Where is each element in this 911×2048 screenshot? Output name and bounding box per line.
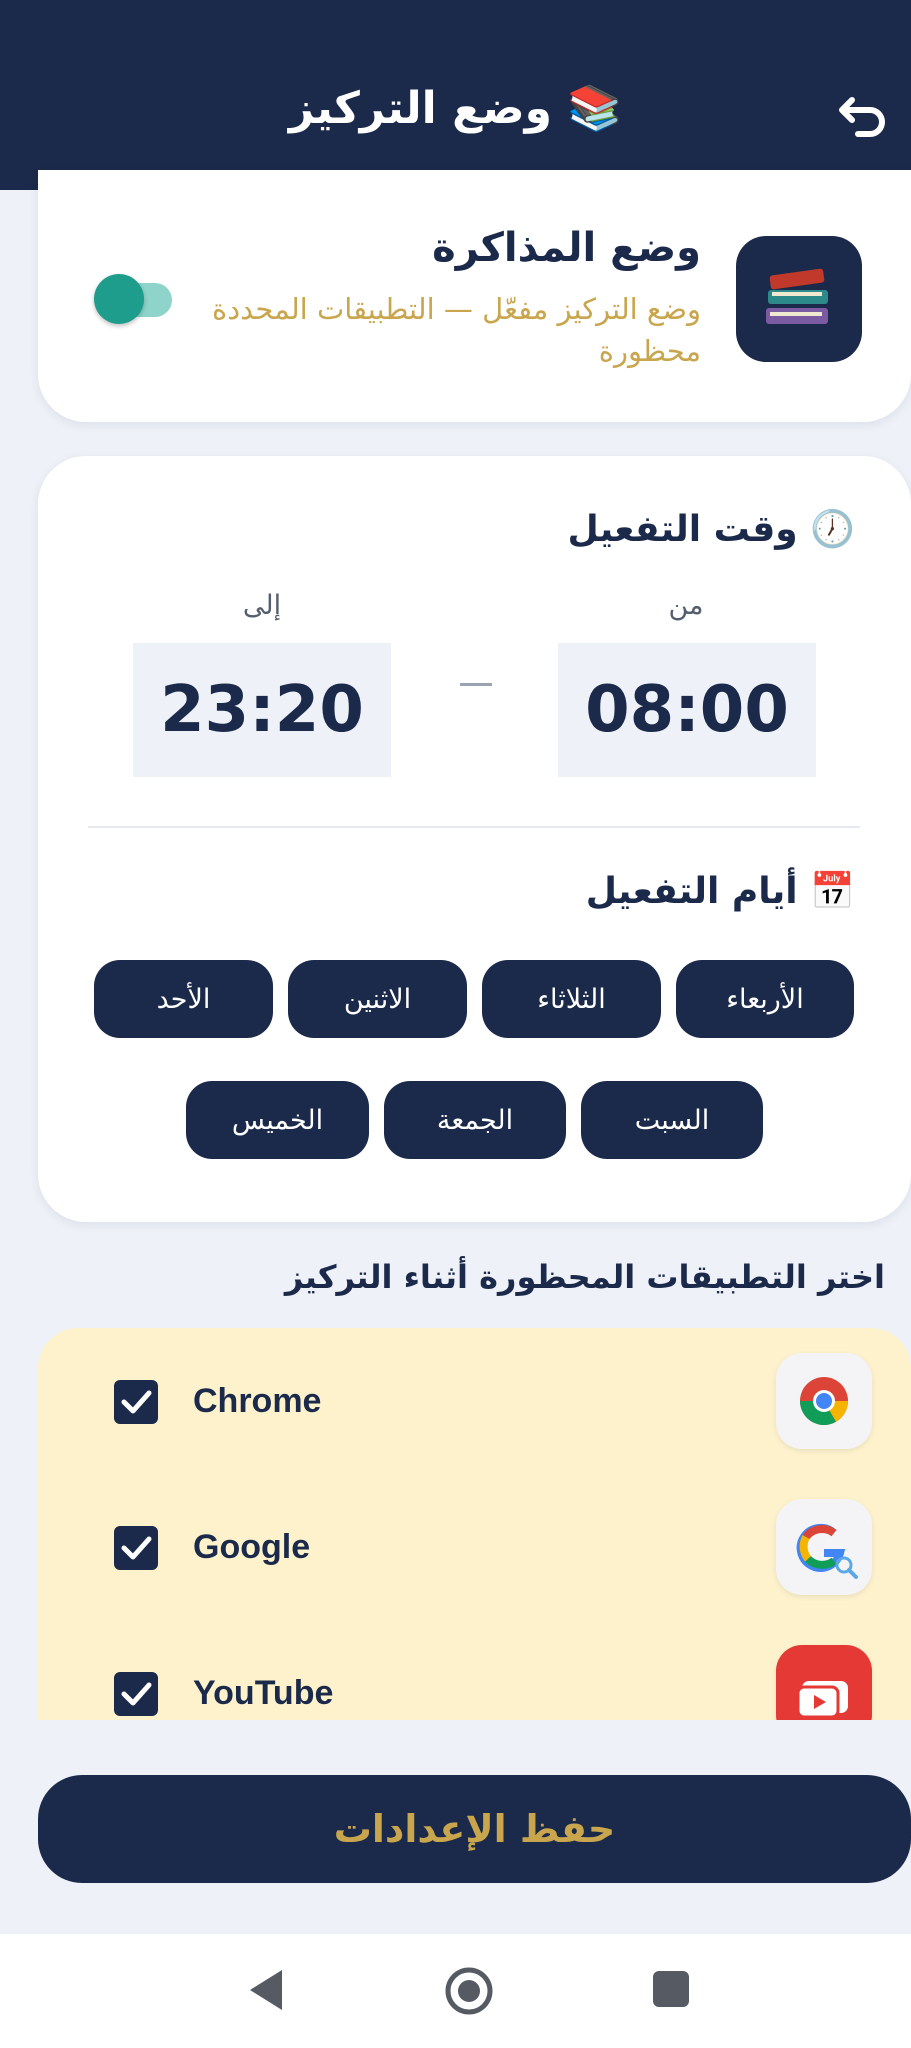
check-icon <box>121 1390 152 1414</box>
from-label: من <box>668 590 704 621</box>
nav-recents-button[interactable] <box>652 1970 690 2008</box>
page-title: 📚 وضع التركيز <box>288 83 623 134</box>
day-friday[interactable]: الجمعة <box>384 1081 566 1159</box>
app-row-google[interactable]: Google <box>38 1492 911 1602</box>
app-header: 📚 وضع التركيز <box>0 0 911 190</box>
app-name-chrome: Chrome <box>193 1382 322 1420</box>
nav-back-button[interactable] <box>246 1968 286 2012</box>
to-time-picker[interactable]: 23:20 <box>133 643 391 777</box>
activation-days-title: 📅 أيام التفعيل <box>585 871 855 912</box>
toggle-knob <box>94 274 144 324</box>
focus-mode-title: وضع المذاكرة <box>432 225 701 271</box>
undo-arrow-icon <box>839 97 885 137</box>
divider <box>88 826 860 828</box>
app-row-chrome[interactable]: Chrome <box>38 1346 911 1456</box>
blocked-apps-list: Chrome Google YouTube <box>38 1328 911 1720</box>
checkbox-google[interactable] <box>114 1526 158 1570</box>
app-row-youtube[interactable]: YouTube <box>38 1638 911 1720</box>
system-nav-bar <box>0 1934 911 2048</box>
day-tuesday[interactable]: الثلاثاء <box>482 960 661 1038</box>
activation-time-title: 🕖 وقت التفعيل <box>567 509 855 550</box>
back-button[interactable] <box>838 90 888 140</box>
day-wednesday[interactable]: الأربعاء <box>676 960 854 1038</box>
to-label: إلى <box>242 590 282 621</box>
nav-home-button[interactable] <box>444 1966 494 2016</box>
checkbox-youtube[interactable] <box>114 1672 158 1716</box>
day-thursday[interactable]: الخميس <box>186 1081 369 1159</box>
circle-home-icon <box>445 1967 493 2015</box>
google-icon <box>776 1499 872 1595</box>
day-sunday[interactable]: الأحد <box>94 960 273 1038</box>
youtube-icon <box>776 1645 872 1720</box>
save-settings-button[interactable]: حفظ الإعدادات <box>38 1775 911 1883</box>
checkbox-chrome[interactable] <box>114 1380 158 1424</box>
books-icon <box>766 268 828 324</box>
app-name-google: Google <box>193 1528 311 1566</box>
day-monday[interactable]: الاثنين <box>288 960 467 1038</box>
chrome-icon <box>776 1353 872 1449</box>
triangle-back-icon <box>250 1970 282 2010</box>
app-name-youtube: YouTube <box>193 1674 334 1712</box>
focus-mode-icon-box <box>736 236 862 362</box>
blocked-apps-heading: اختر التطبيقات المحظورة أثناء التركيز <box>284 1258 885 1296</box>
check-icon <box>121 1536 152 1560</box>
day-saturday[interactable]: السبت <box>581 1081 763 1159</box>
check-icon <box>121 1682 152 1706</box>
focus-mode-subtitle: وضع التركيز مفعّل — التطبيقات المحددة مح… <box>212 292 701 368</box>
square-recents-icon <box>653 1971 689 2007</box>
time-range-dash <box>460 683 492 686</box>
from-time-picker[interactable]: 08:00 <box>558 643 816 777</box>
